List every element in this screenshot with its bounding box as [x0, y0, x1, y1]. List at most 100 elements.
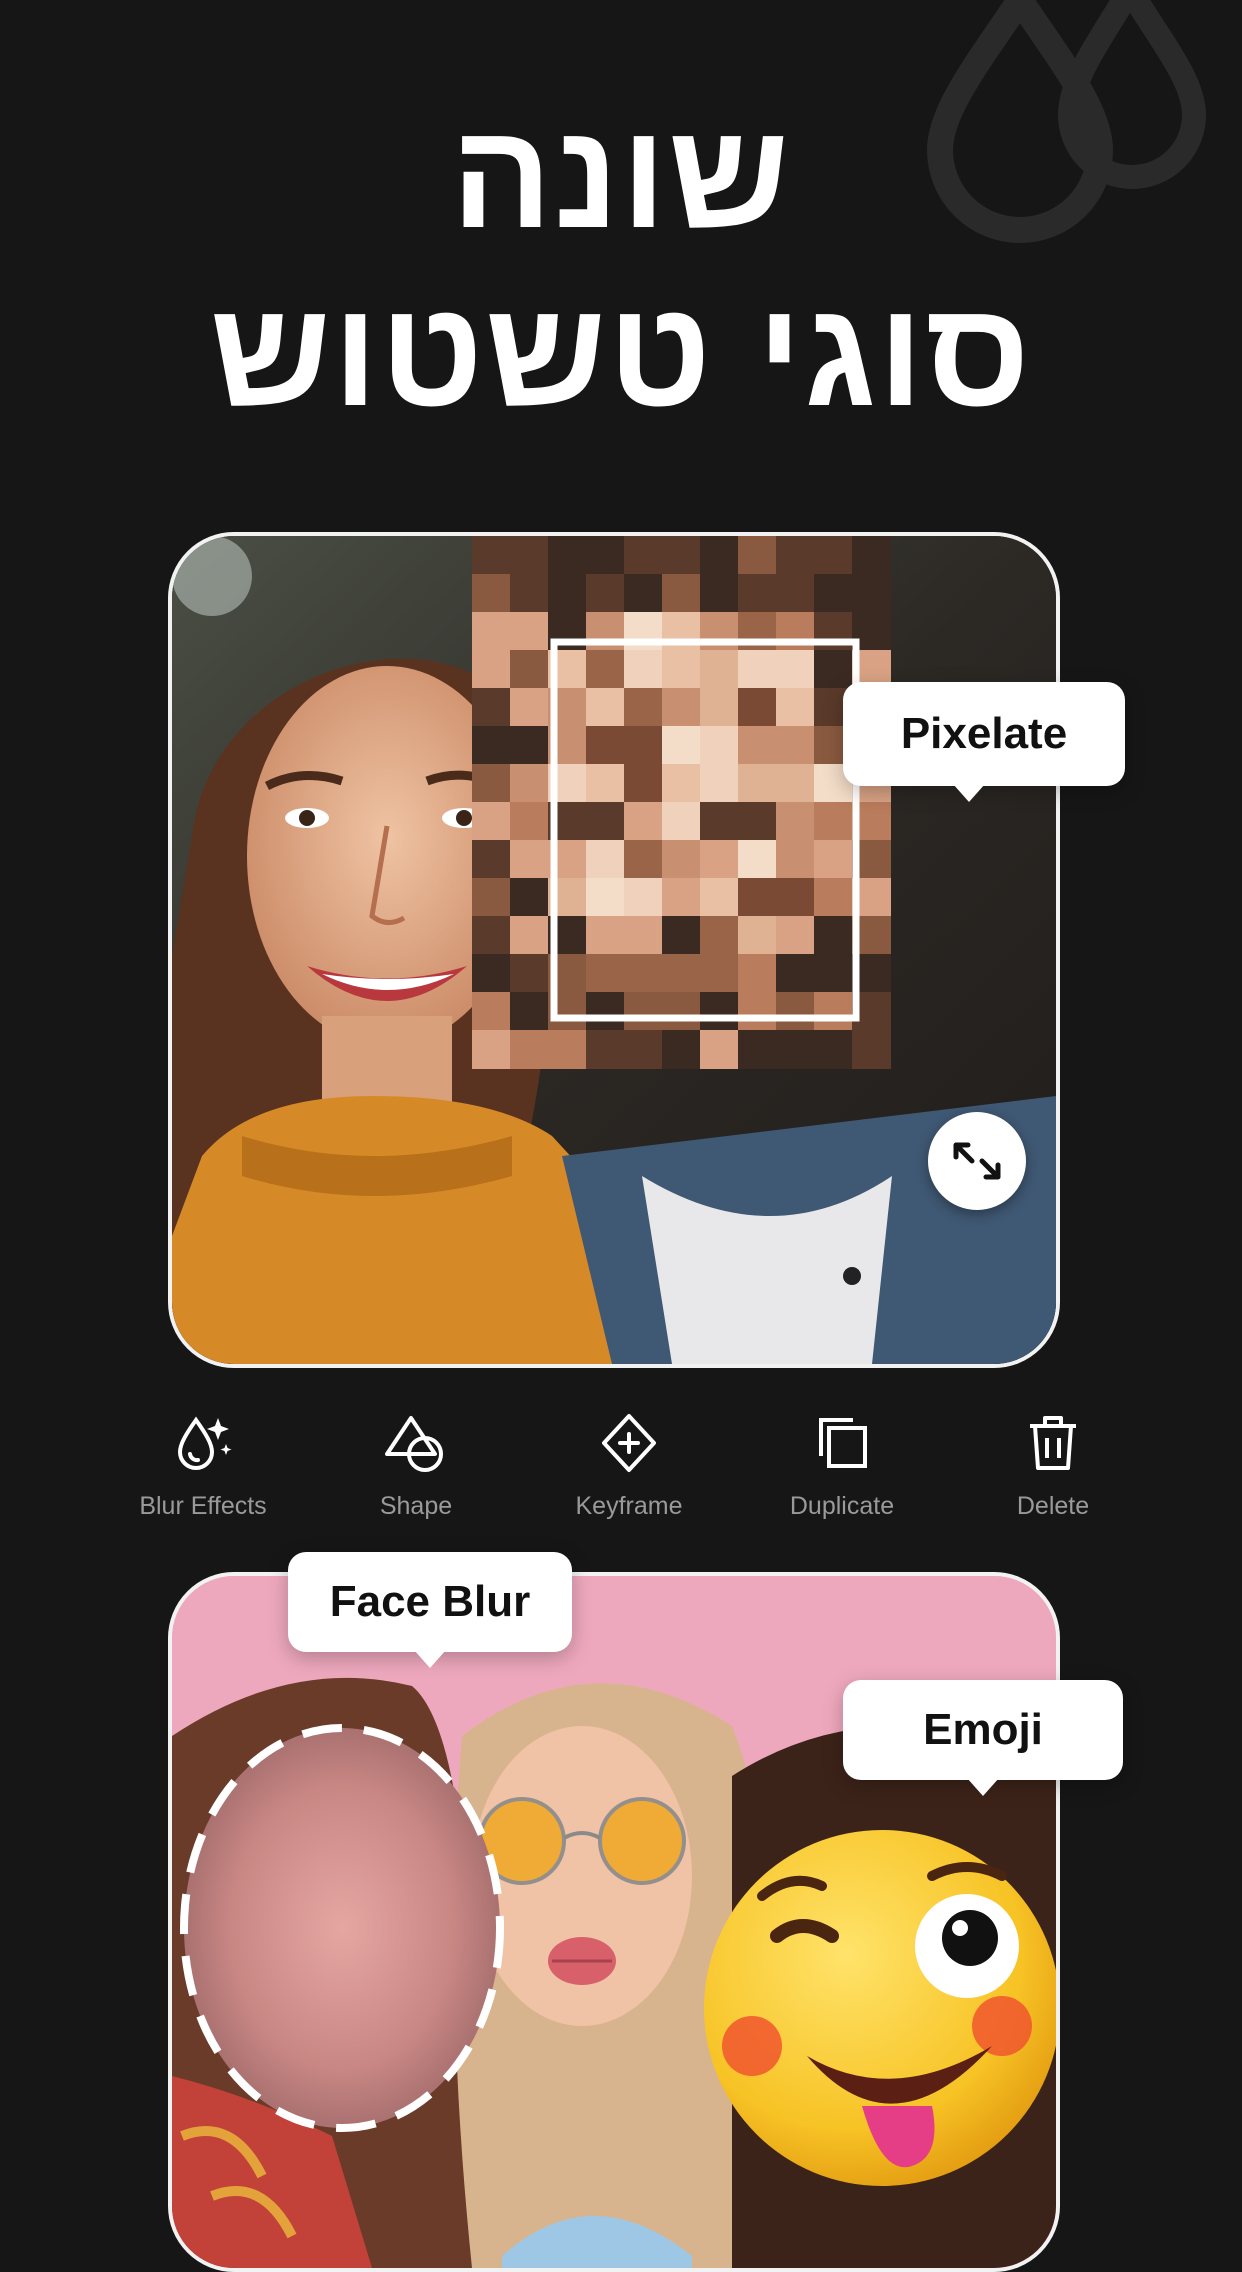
headline-line-1: שונה	[450, 91, 792, 259]
pixel-block	[510, 726, 549, 765]
pixel-block	[510, 612, 549, 651]
pixel-block	[624, 840, 663, 879]
pixel-block	[738, 536, 777, 575]
pixel-block	[472, 536, 511, 575]
pixel-block	[852, 574, 891, 613]
pixel-block	[776, 574, 815, 613]
pixel-block	[814, 574, 853, 613]
pixel-block	[776, 878, 815, 917]
pixel-block	[700, 574, 739, 613]
pixel-block	[700, 536, 739, 575]
face-blur-label: Face Blur	[288, 1552, 572, 1668]
keyframe-diamond-icon	[602, 1414, 656, 1472]
pixel-block	[738, 840, 777, 879]
pixel-block	[624, 802, 663, 841]
pixel-block	[624, 650, 663, 689]
pixel-block	[586, 726, 625, 765]
pixel-block	[472, 802, 511, 841]
pixel-block	[814, 954, 853, 993]
blur-effects-label: Blur Effects	[139, 1492, 267, 1520]
pixelate-photo	[172, 536, 1056, 1364]
pixel-block	[586, 954, 625, 993]
pixel-block	[814, 916, 853, 955]
pixel-block	[738, 954, 777, 993]
pixel-block	[586, 840, 625, 879]
pixel-block	[776, 992, 815, 1031]
pixel-block	[814, 840, 853, 879]
pixel-block	[624, 726, 663, 765]
pixel-block	[510, 650, 549, 689]
pixel-block	[700, 1030, 739, 1069]
keyframe-label: Keyframe	[575, 1492, 683, 1520]
pixel-block	[586, 878, 625, 917]
pixel-block	[738, 574, 777, 613]
pixel-block	[776, 954, 815, 993]
pixel-block	[586, 536, 625, 575]
blur-effects-button[interactable]: Blur Effects	[108, 1408, 298, 1521]
pixel-block	[472, 650, 511, 689]
pixel-block	[738, 726, 777, 765]
pixel-block	[586, 916, 625, 955]
pixel-block	[662, 802, 701, 841]
trash-icon	[1030, 1416, 1076, 1470]
pixelate-preview-card	[168, 532, 1060, 1368]
pixel-block	[776, 688, 815, 727]
face-blur-preview-card	[168, 1572, 1060, 2272]
pixel-block	[510, 1030, 549, 1069]
pixel-block	[662, 574, 701, 613]
pixel-block	[662, 726, 701, 765]
resize-handle[interactable]	[928, 1112, 1026, 1210]
pixel-block	[814, 992, 853, 1031]
pixel-block	[776, 916, 815, 955]
pixel-block	[510, 688, 549, 727]
pixel-block	[738, 1030, 777, 1069]
keyframe-button[interactable]: Keyframe	[534, 1408, 724, 1521]
pixel-block	[510, 536, 549, 575]
pixel-block	[472, 726, 511, 765]
shape-button[interactable]: Shape	[321, 1408, 511, 1521]
pixel-block	[510, 954, 549, 993]
pixel-block	[472, 992, 511, 1031]
pixel-block	[738, 916, 777, 955]
pixel-block	[510, 802, 549, 841]
emoji-sticker	[704, 1830, 1056, 2186]
pixel-block	[700, 802, 739, 841]
resize-arrows-icon	[953, 1142, 1001, 1180]
pixel-block	[738, 878, 777, 917]
pixel-block	[510, 574, 549, 613]
pixel-block	[700, 878, 739, 917]
pixel-block	[510, 878, 549, 917]
pixel-block	[700, 764, 739, 803]
pixel-block	[624, 574, 663, 613]
pixel-block	[700, 992, 739, 1031]
pixel-block	[814, 536, 853, 575]
delete-button[interactable]: Delete	[958, 1408, 1148, 1521]
delete-label: Delete	[1016, 1492, 1090, 1520]
pixel-block	[472, 764, 511, 803]
pixel-block	[738, 764, 777, 803]
pixel-block	[548, 536, 587, 575]
pixel-block	[852, 1030, 891, 1069]
pixel-block	[472, 612, 511, 651]
pixel-block	[776, 840, 815, 879]
pixel-block	[738, 992, 777, 1031]
pixel-block	[738, 688, 777, 727]
pixel-block	[776, 764, 815, 803]
duplicate-label: Duplicate	[789, 1492, 895, 1520]
pixel-block	[548, 574, 587, 613]
edit-toolbar: Blur Effects Shape Keyframe Duplicate De…	[0, 1408, 1242, 1528]
duplicate-icon	[819, 1418, 867, 1468]
duplicate-button[interactable]: Duplicate	[747, 1408, 937, 1521]
pixelate-label: Pixelate	[843, 682, 1125, 802]
pixel-block	[700, 688, 739, 727]
pixel-block	[586, 1030, 625, 1069]
pixel-block	[814, 650, 853, 689]
pixel-block	[662, 878, 701, 917]
pixel-block	[586, 802, 625, 841]
pixel-block	[586, 992, 625, 1031]
blur-drop-sparkle-icon	[177, 1416, 232, 1470]
shape-icon	[385, 1416, 443, 1472]
pixel-block	[586, 650, 625, 689]
pixel-block	[738, 650, 777, 689]
pixel-block	[700, 726, 739, 765]
